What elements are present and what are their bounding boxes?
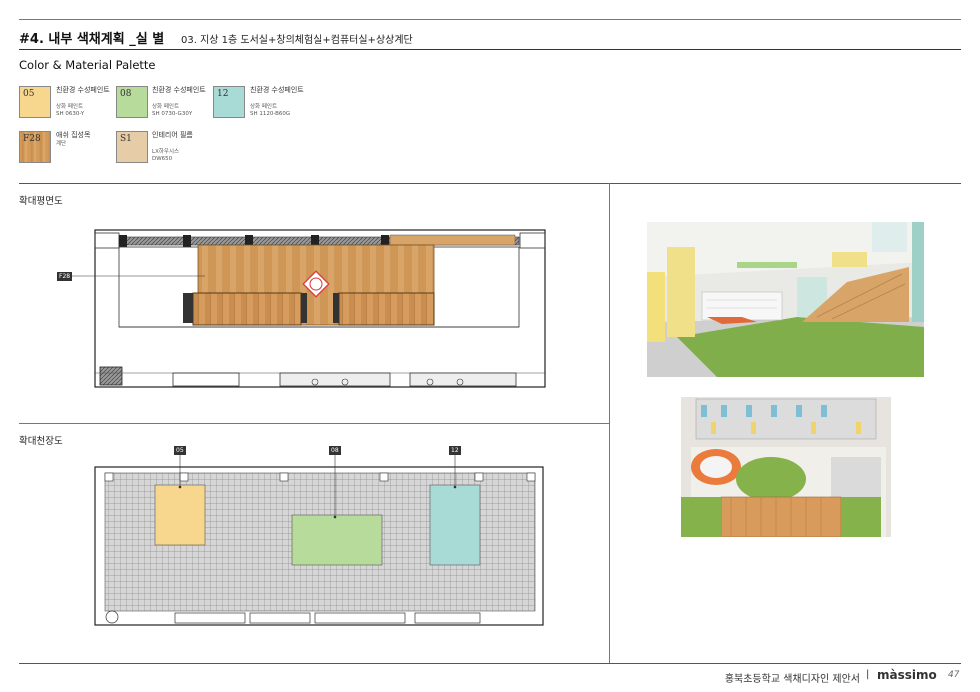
footer-rule bbox=[19, 663, 961, 664]
page-subtitle: 03. 지상 1층 도서실+창의체험실+컴퓨터실+상상계단 bbox=[181, 35, 413, 46]
swatch-12-spec1: 상화 페인트 bbox=[250, 104, 278, 110]
swatch-08-spec1: 상화 페인트 bbox=[152, 104, 180, 110]
plan-label: 확대평면도 bbox=[19, 196, 63, 207]
column-divider bbox=[609, 183, 610, 663]
swatch-s1: S1 bbox=[116, 131, 148, 163]
palette-title: Color & Material Palette bbox=[19, 58, 156, 72]
floor-plan-drawing bbox=[65, 229, 546, 388]
footer-separator: | bbox=[866, 669, 870, 680]
ceiling-tag-05: 05 bbox=[174, 446, 186, 455]
swatch-08-name: 친환경 수성페인트 bbox=[152, 86, 206, 94]
swatch-05: 05 bbox=[19, 86, 51, 118]
swatch-s1-spec2: DW650 bbox=[152, 156, 173, 162]
ceiling-plan-drawing bbox=[94, 455, 544, 626]
ceiling-label: 확대천장도 bbox=[19, 436, 63, 447]
page-number: 47 bbox=[948, 670, 960, 680]
swatch-05-name: 친환경 수성페인트 bbox=[56, 86, 110, 94]
plan-tag-f28: F28 bbox=[57, 272, 73, 281]
swatch-f28: F28 bbox=[19, 131, 51, 163]
ceiling-panel-12 bbox=[429, 484, 481, 566]
section-rule bbox=[19, 183, 961, 184]
swatch-08: 08 bbox=[116, 86, 148, 118]
swatch-s1-spec1: LX하우시스 bbox=[152, 149, 180, 155]
swatch-05-spec1: 상화 페인트 bbox=[56, 104, 84, 110]
swatch-12-name: 친환경 수성페인트 bbox=[250, 86, 304, 94]
swatch-f28-spec1: 계단 bbox=[56, 141, 67, 147]
swatch-f28-name: 애쉬 집성목 bbox=[56, 131, 91, 139]
swatch-s1-name: 인테리어 필름 bbox=[152, 131, 193, 139]
ceiling-panel-08 bbox=[291, 514, 383, 566]
axonometric-render bbox=[651, 387, 924, 542]
header-rule bbox=[19, 49, 961, 50]
perspective-render bbox=[647, 222, 924, 377]
ceiling-tag-12: 12 bbox=[449, 446, 461, 455]
swatch-12: 12 bbox=[213, 86, 245, 118]
swatch-12-spec2: SH 1120-B60G bbox=[250, 111, 291, 117]
plan-ceiling-divider bbox=[19, 423, 609, 424]
footer-doc-title: 홍북초등학교 색채디자인 제안서 bbox=[724, 674, 860, 685]
swatch-08-spec2: SH 0730-G30Y bbox=[152, 111, 193, 117]
footer-brand-logo: màssimo bbox=[877, 668, 937, 682]
ceiling-tag-08: 08 bbox=[329, 446, 341, 455]
top-rule bbox=[19, 19, 961, 20]
swatch-05-spec2: SH 0630-Y bbox=[56, 111, 85, 117]
page-title: #4. 내부 색채계획 _실 별 bbox=[19, 32, 165, 47]
ceiling-panel-05 bbox=[154, 484, 206, 546]
